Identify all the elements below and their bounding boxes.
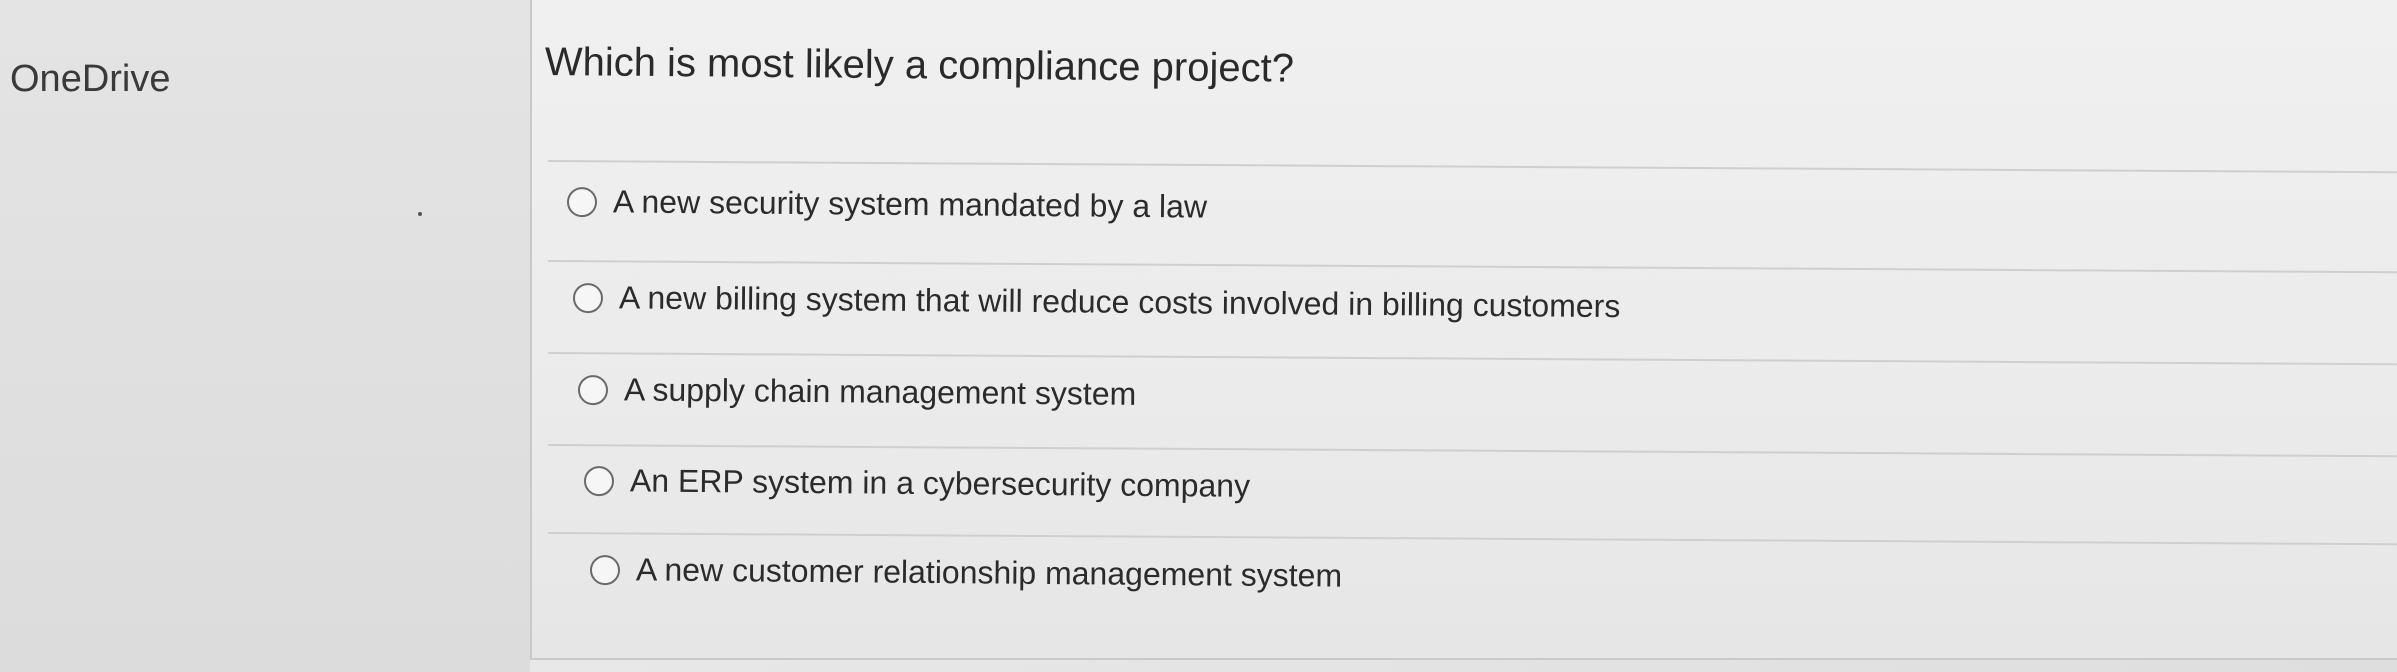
- question-text: Which is most likely a compliance projec…: [544, 40, 1295, 91]
- option-label: A new customer relationship management s…: [635, 551, 1343, 594]
- option-5[interactable]: A new customer relationship management s…: [589, 551, 1343, 595]
- onedrive-label[interactable]: OneDrive: [10, 58, 171, 101]
- radio-button[interactable]: [589, 554, 621, 585]
- radio-button[interactable]: [572, 282, 604, 313]
- radio-button[interactable]: [577, 374, 609, 405]
- option-label: A new security system mandated by a law: [612, 183, 1208, 225]
- dot-mark: [418, 212, 422, 216]
- radio-button[interactable]: [583, 465, 615, 496]
- option-1[interactable]: A new security system mandated by a law: [566, 183, 1208, 226]
- radio-button[interactable]: [566, 186, 598, 217]
- option-label: A supply chain management system: [623, 371, 1137, 412]
- sidebar: OneDrive: [0, 0, 530, 672]
- option-label: An ERP system in a cybersecurity company: [629, 462, 1251, 504]
- option-3[interactable]: A supply chain management system: [577, 371, 1137, 413]
- option-4[interactable]: An ERP system in a cybersecurity company: [583, 462, 1251, 505]
